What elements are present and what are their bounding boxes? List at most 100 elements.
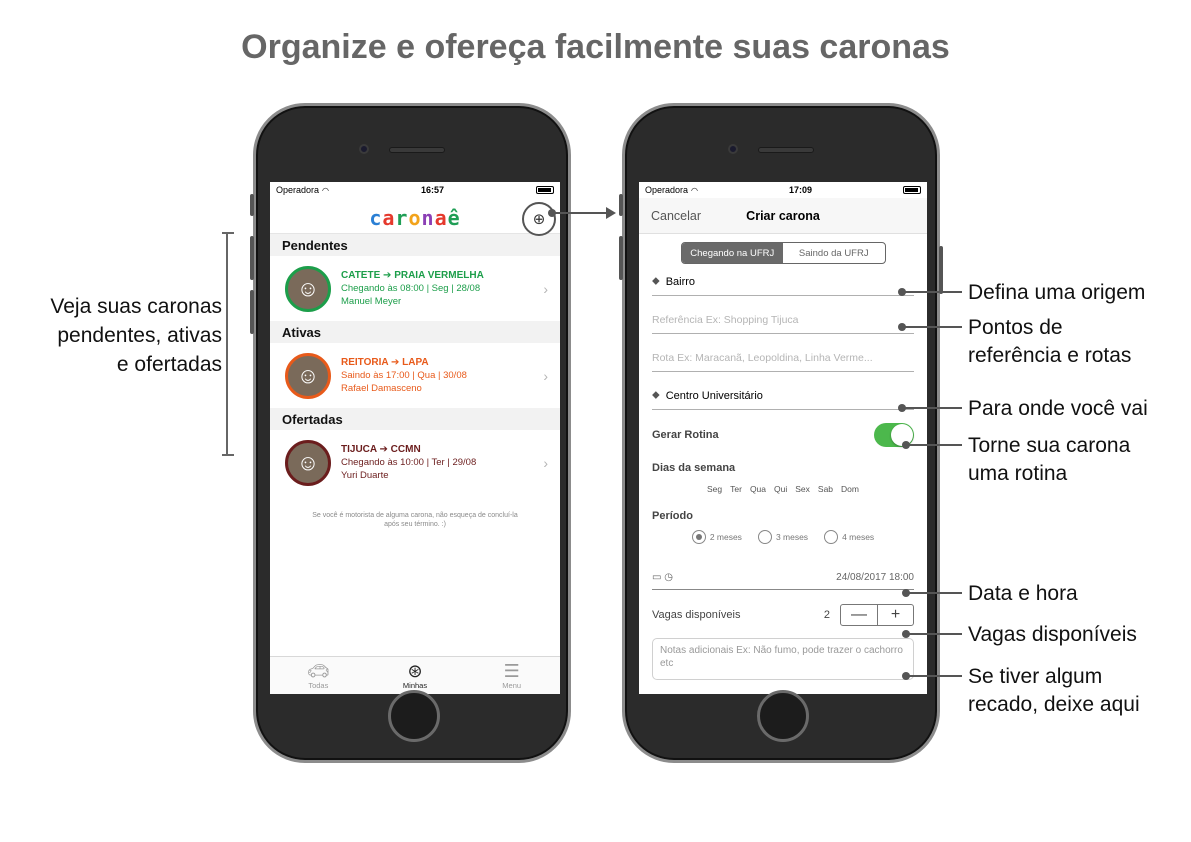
origin-field[interactable]: ⬥ Bairro xyxy=(652,264,914,296)
ride-row[interactable]: ☺ REITORIA ➔ LAPA Saindo às 17:00 | Qua | … xyxy=(270,343,560,408)
seats-label: Vagas disponíveis xyxy=(652,609,741,621)
clock: 16:57 xyxy=(420,185,445,195)
ride-row[interactable]: ☺ CATETE ➔ PRAIA VERMELHA Chegando às 08:0… xyxy=(270,256,560,321)
datetime-field[interactable]: ▭ ◷ 24/08/2017 18:00 xyxy=(652,566,914,590)
screen: Operadora ◠ 17:09 Cancelar Criar carona C… xyxy=(639,182,927,694)
increment-button[interactable]: + xyxy=(877,605,913,625)
annotation-notes: Se tiver algum recado, deixe aqui xyxy=(968,663,1140,719)
tab-minhas[interactable]: ⊛ Minhas xyxy=(367,657,464,694)
annotation-line: Torne sua carona xyxy=(968,434,1131,457)
bracket xyxy=(222,232,238,456)
seats-row: Vagas disponíveis 2 — + xyxy=(652,604,914,626)
volume-down-button xyxy=(250,290,254,334)
weekday-option[interactable]: Qua xyxy=(750,484,766,494)
annotation-refs: Pontos de referência e rotas xyxy=(968,314,1131,370)
left-annotation-line: pendentes, ativas xyxy=(57,324,222,347)
weekday-option[interactable]: Qui xyxy=(774,484,787,494)
mute-switch xyxy=(250,194,254,216)
ride-info: TIJUCA ➔ CCMN Chegando às 10:00 | Ter | 2… xyxy=(341,443,543,482)
segment-arriving[interactable]: Chegando na UFRJ xyxy=(681,243,783,263)
screen: Operadora ◠ 16:57 caronaê ⊕ Pendentes ☺ CAT… xyxy=(270,182,560,694)
logo-letter: ê xyxy=(447,206,461,230)
section-header: Ativas xyxy=(270,321,560,343)
power-button xyxy=(939,246,943,294)
annotation-line: referência e rotas xyxy=(968,344,1132,367)
route-field[interactable]: Rota Ex: Maracanã, Leopoldina, Linha Ver… xyxy=(652,334,914,372)
logo-letter: n xyxy=(421,206,435,230)
volume-up-button xyxy=(619,236,623,280)
period-label: Período xyxy=(652,510,693,522)
chevron-right-icon: › xyxy=(543,454,548,471)
weekday-option[interactable]: Dom xyxy=(841,484,859,494)
period-radio[interactable]: 2 meses xyxy=(691,530,742,544)
seats-stepper: — + xyxy=(840,604,914,626)
carrier: Operadora ◠ xyxy=(645,185,698,195)
weekday-selector: Seg Ter Qua Qui Sex Sab Dom xyxy=(639,484,927,494)
period-label: 4 meses xyxy=(842,532,875,542)
leader-line xyxy=(902,589,962,597)
calendar-clock-icon: ▭ ◷ xyxy=(652,572,673,583)
leader-line xyxy=(902,630,962,638)
ride-route: TIJUCA ➔ CCMN xyxy=(341,444,421,455)
logo-letter: r xyxy=(395,206,409,230)
reference-field[interactable]: Referência Ex: Shopping Tijuca xyxy=(652,296,914,334)
leader-line xyxy=(898,323,962,331)
section-header: Ofertadas xyxy=(270,408,560,430)
ride-row[interactable]: ☺ TIJUCA ➔ CCMN Chegando às 10:00 | Ter | … xyxy=(270,430,560,495)
carrier: Operadora ◠ xyxy=(276,185,329,195)
car-plus-icon: ⊕ xyxy=(532,211,546,228)
avatar: ☺ xyxy=(285,439,331,486)
annotation-line: recado, deixe aqui xyxy=(968,693,1140,716)
ride-driver: Yuri Duarte xyxy=(341,470,389,481)
battery-icon xyxy=(902,186,921,194)
phone-my-rides: Operadora ◠ 16:57 caronaê ⊕ Pendentes ☺ CAT… xyxy=(250,103,571,763)
speaker xyxy=(758,147,814,153)
ride-info: REITORIA ➔ LAPA Saindo às 17:00 | Qua | 3… xyxy=(341,356,543,395)
logo-letter: a xyxy=(382,206,396,230)
destination-field[interactable]: ⬥ Centro Universitário xyxy=(652,372,914,410)
left-annotation: Veja suas caronas pendentes, ativas e of… xyxy=(22,292,222,379)
car-icon: 🚗︎ xyxy=(306,661,330,681)
home-button[interactable] xyxy=(388,690,440,742)
ride-info: CATETE ➔ PRAIA VERMELHA Chegando às 08:00… xyxy=(341,269,543,308)
weekday-option[interactable]: Sab xyxy=(818,484,833,494)
ride-driver: Manuel Meyer xyxy=(341,296,402,307)
radio-icon xyxy=(691,530,706,544)
weekday-option[interactable]: Sex xyxy=(795,484,810,494)
weekday-option[interactable]: Seg xyxy=(707,484,722,494)
add-ride-button[interactable]: ⊕ xyxy=(522,202,556,236)
period-label: 3 meses xyxy=(775,532,809,542)
location-pin-icon: ⬥ xyxy=(652,389,660,401)
weekday-option[interactable]: Ter xyxy=(730,484,742,494)
volume-up-button xyxy=(250,236,254,280)
left-annotation-line: Veja suas caronas xyxy=(50,295,222,318)
home-button[interactable] xyxy=(757,690,809,742)
logo-letter: c xyxy=(369,206,383,230)
avatar: ☺ xyxy=(285,265,331,312)
decrement-button[interactable]: — xyxy=(841,605,877,625)
avatar: ☺ xyxy=(285,352,331,399)
period-selector: 2 meses 3 meses 4 meses xyxy=(639,530,927,544)
cancel-button[interactable]: Cancelar xyxy=(651,209,701,223)
routine-label: Gerar Rotina xyxy=(652,429,719,441)
radio-icon xyxy=(824,530,839,544)
tab-menu[interactable]: ☰ Menu xyxy=(463,657,560,694)
direction-segmented-control: Chegando na UFRJ Saindo da UFRJ xyxy=(680,242,886,264)
tab-todas[interactable]: 🚗︎ Todas xyxy=(270,657,367,694)
front-camera xyxy=(728,144,738,154)
carrier-label: Operadora xyxy=(276,185,320,195)
annotation-destination: Para onde você vai xyxy=(968,397,1148,420)
notes-textarea[interactable]: Notas adicionais Ex: Não fumo, pode traz… xyxy=(652,638,914,680)
carrier-label: Operadora xyxy=(645,185,689,195)
wifi-icon: ◠ xyxy=(691,185,699,195)
destination-value: Centro Universitário xyxy=(665,390,763,402)
period-radio[interactable]: 4 meses xyxy=(824,530,874,544)
leader-line xyxy=(898,288,962,296)
tab-label: Minhas xyxy=(402,681,428,690)
leader-line xyxy=(902,672,962,680)
period-radio[interactable]: 3 meses xyxy=(757,530,809,544)
connector-arrow xyxy=(548,207,616,219)
chevron-right-icon: › xyxy=(543,280,548,297)
tab-label: Menu xyxy=(502,681,522,690)
segment-leaving[interactable]: Saindo da UFRJ xyxy=(783,243,885,263)
